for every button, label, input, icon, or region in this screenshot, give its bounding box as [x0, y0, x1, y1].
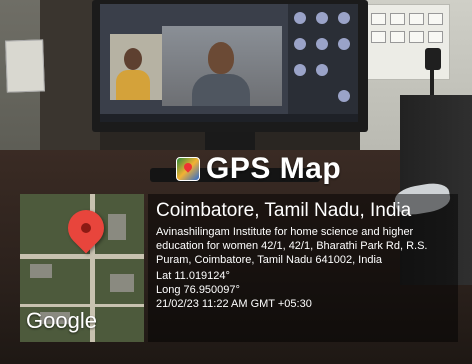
location-pin-center — [81, 223, 91, 233]
avatar — [338, 38, 350, 50]
participants-panel — [288, 4, 358, 122]
wall-notice — [5, 39, 45, 93]
avatar — [294, 64, 306, 76]
switch-row — [371, 31, 443, 43]
switch-row — [371, 13, 443, 25]
speaker-head — [208, 42, 234, 74]
avatar — [338, 12, 350, 24]
latitude: Lat 11.019124° — [156, 270, 230, 282]
avatar — [294, 38, 306, 50]
monitor-screen — [100, 4, 358, 122]
map-building — [30, 264, 52, 278]
gps-overlay: GPS Map Google Coimbatore, Tamil Nadu, I… — [14, 152, 458, 346]
map-building — [108, 214, 126, 240]
taskbar — [100, 114, 358, 122]
avatar — [316, 64, 328, 76]
map-thumbnail: Google — [20, 194, 144, 342]
avatar — [316, 12, 328, 24]
timestamp: 21/02/23 11:22 AM GMT +05:30 — [156, 298, 312, 310]
map-road — [20, 304, 144, 307]
avatar — [316, 38, 328, 50]
location-address: Avinashilingam Institute for home scienc… — [156, 226, 428, 266]
location-city: Coimbatore, Tamil Nadu, India — [156, 200, 412, 221]
avatar — [294, 12, 306, 24]
map-road — [20, 254, 144, 259]
gps-title-bar: GPS Map — [176, 152, 341, 186]
gps-title: GPS Map — [206, 152, 342, 185]
longitude: Long 76.950097° — [156, 284, 240, 296]
avatar — [338, 90, 350, 102]
location-info-panel: Coimbatore, Tamil Nadu, India Avinashili… — [148, 194, 458, 342]
map-building — [110, 274, 134, 292]
google-logo: Google — [26, 308, 97, 333]
participant-head — [124, 48, 142, 70]
gps-map-camera-icon — [176, 157, 200, 181]
participant-body — [116, 70, 150, 100]
power-plug — [425, 48, 441, 70]
speaker-body — [192, 74, 250, 106]
